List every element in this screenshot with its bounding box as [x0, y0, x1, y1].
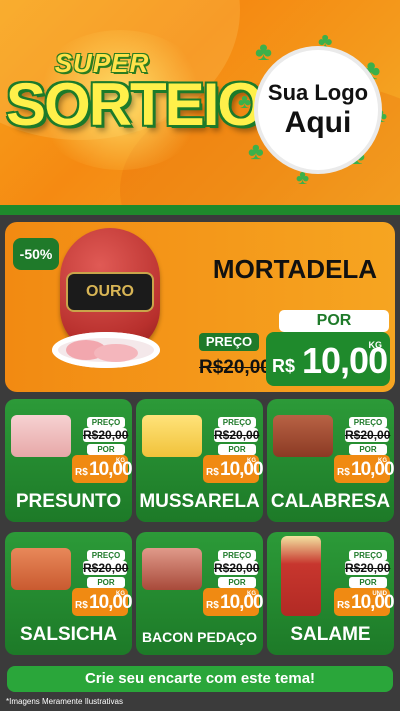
preco-label: PREÇO — [87, 550, 125, 561]
product-name: SALAME — [290, 624, 371, 645]
unit-label: KG — [378, 458, 387, 464]
new-price: 10,00 — [89, 592, 133, 613]
por-label: POR — [87, 444, 125, 455]
preco-label: PREÇO — [218, 550, 256, 561]
unit-label: KG — [247, 591, 256, 597]
product-name: MUSSARELA — [139, 491, 260, 512]
new-price: 10,00 — [220, 459, 264, 480]
old-price: R$20,00 — [83, 428, 129, 442]
currency-label: R$ — [337, 600, 350, 611]
por-label: POR — [349, 577, 387, 588]
preco-label: PREÇO — [218, 417, 256, 428]
header-divider — [0, 205, 400, 215]
logo-text-line2: Aqui — [284, 105, 352, 139]
cta-banner[interactable]: Crie seu encarte com este tema! — [7, 666, 393, 692]
currency-label: R$ — [272, 356, 296, 376]
flyer-page: SUPER SORTEIO ♣ ♣ ♣ ♣ ♣ ♣ ♣ ♣ Sua Logo A… — [0, 0, 400, 711]
brand-sorteio-text: SORTEIO — [6, 71, 264, 138]
clover-icon: ♣ — [248, 138, 264, 165]
old-price: R$20,00 — [214, 561, 260, 575]
old-price-block: PREÇO R$20,00 — [199, 333, 271, 383]
old-price: R$20,00 — [345, 561, 391, 575]
unit-label: KG — [116, 458, 125, 464]
salame-image — [281, 536, 321, 616]
bacon-image — [142, 548, 202, 590]
new-price: 10,00 — [220, 592, 264, 613]
preco-label: PREÇO — [87, 417, 125, 428]
por-label: POR — [87, 577, 125, 588]
new-price: 10,00 — [89, 459, 133, 480]
product-card: PREÇO R$20,00 POR R$ 10,00 KG BACON PEDA… — [136, 532, 264, 655]
product-card: PREÇO R$20,00 POR R$ 10,00 KG PRESUNTO — [5, 399, 133, 522]
currency-label: R$ — [337, 467, 350, 478]
logo-placeholder: Sua Logo Aqui — [254, 46, 382, 174]
old-price: R$20,00 — [199, 357, 271, 378]
mortadela-brand-label: OURO — [66, 272, 154, 312]
por-label: POR — [218, 577, 256, 588]
product-name: SALSICHA — [19, 624, 118, 645]
product-card: PREÇO R$20,00 POR R$ 10,00 UNID SALAME — [267, 532, 395, 655]
new-price-block: R$ 10,00 KG — [203, 455, 264, 483]
old-price: R$20,00 — [345, 428, 391, 442]
mussarela-image — [142, 415, 202, 457]
old-price: R$20,00 — [214, 428, 260, 442]
preco-label: PREÇO — [349, 550, 387, 561]
new-price-block: R$ 10,00 KG — [334, 455, 395, 483]
por-label: POR — [349, 444, 387, 455]
currency-label: R$ — [206, 600, 219, 611]
new-price-block: R$ 10,00 UNID — [334, 588, 395, 616]
new-price-block: R$ 10,00 KG — [72, 455, 133, 483]
unit-label: KG — [368, 340, 383, 350]
old-price: R$20,00 — [83, 561, 129, 575]
product-name: BACON PEDAÇO — [141, 629, 258, 645]
preco-label: PREÇO — [349, 417, 387, 428]
logo-text-line1: Sua Logo — [267, 80, 369, 106]
currency-label: R$ — [75, 467, 88, 478]
calabresa-image — [273, 415, 333, 457]
por-label: POR — [279, 310, 389, 332]
header-banner: SUPER SORTEIO ♣ ♣ ♣ ♣ ♣ ♣ ♣ ♣ Sua Logo A… — [0, 0, 400, 212]
discount-badge: -50% — [13, 238, 59, 270]
currency-label: R$ — [206, 467, 219, 478]
new-price: 10,00 — [351, 459, 395, 480]
unit-label: UNID — [372, 591, 387, 597]
salsicha-image — [11, 548, 71, 590]
unit-label: KG — [116, 591, 125, 597]
new-price-block: R$ 10,00 KG — [203, 588, 264, 616]
slice-image — [94, 344, 138, 362]
product-name: PRESUNTO — [15, 491, 122, 512]
product-card: PREÇO R$20,00 POR R$ 10,00 KG CALABRESA — [267, 399, 395, 522]
new-price-block: R$ 10,00 KG — [72, 588, 133, 616]
clover-icon: ♣ — [255, 36, 273, 66]
new-price-block: R$ 10,00 KG — [266, 332, 390, 386]
clover-icon: ♣ — [238, 91, 252, 113]
preco-label: PREÇO — [199, 333, 259, 351]
product-card: PREÇO R$20,00 POR R$ 10,00 KG MUSSARELA — [136, 399, 264, 522]
product-name: CALABRESA — [270, 491, 391, 512]
disclaimer-text: *Imagens Meramente Ilustrativas — [6, 697, 123, 706]
por-label: POR — [218, 444, 256, 455]
featured-product-name: MORTADELA — [212, 254, 378, 284]
currency-label: R$ — [75, 600, 88, 611]
product-card: PREÇO R$20,00 POR R$ 10,00 KG SALSICHA — [5, 532, 133, 655]
unit-label: KG — [247, 458, 256, 464]
presunto-image — [11, 415, 71, 457]
